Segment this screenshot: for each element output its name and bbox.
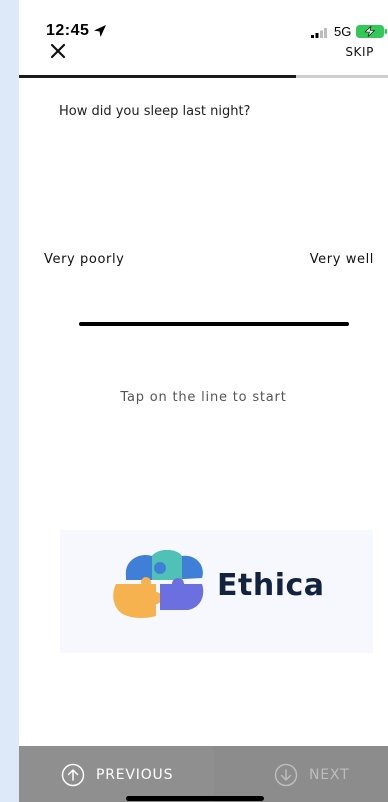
arrow-down-circle-icon	[274, 763, 298, 787]
progress-fill	[19, 75, 296, 78]
skip-button[interactable]: SKIP	[345, 45, 374, 59]
status-bar: 12:45 5G	[19, 0, 388, 40]
scale-hint: Tap on the line to start	[120, 390, 287, 405]
previous-button[interactable]: PREVIOUS	[19, 746, 214, 802]
scale-left-anchor: Very poorly	[44, 252, 125, 267]
battery-charging-icon	[356, 25, 387, 38]
survey-progress-bar	[19, 75, 388, 78]
visual-analog-scale-line[interactable]	[79, 322, 349, 326]
location-arrow-icon	[94, 25, 106, 37]
brand-logo-card: Ethica	[60, 530, 373, 653]
next-button[interactable]: NEXT	[214, 746, 388, 802]
close-icon[interactable]	[47, 40, 69, 62]
puzzle-brain-icon	[113, 550, 204, 618]
home-indicator	[126, 796, 264, 801]
brand-name: Ethica	[217, 568, 325, 603]
status-time: 12:45	[46, 22, 90, 39]
scale-right-anchor: Very well	[309, 252, 374, 267]
next-label: NEXT	[309, 767, 350, 783]
bottom-navigation: PREVIOUS NEXT	[19, 746, 388, 802]
previous-label: PREVIOUS	[96, 767, 174, 783]
arrow-up-circle-icon	[61, 763, 85, 787]
phone-screen: 12:45 5G SKIP How did you sleep last nig…	[19, 0, 388, 802]
question-text: How did you sleep last night?	[59, 104, 251, 119]
signal-icon	[311, 28, 327, 38]
network-type: 5G	[334, 24, 352, 39]
